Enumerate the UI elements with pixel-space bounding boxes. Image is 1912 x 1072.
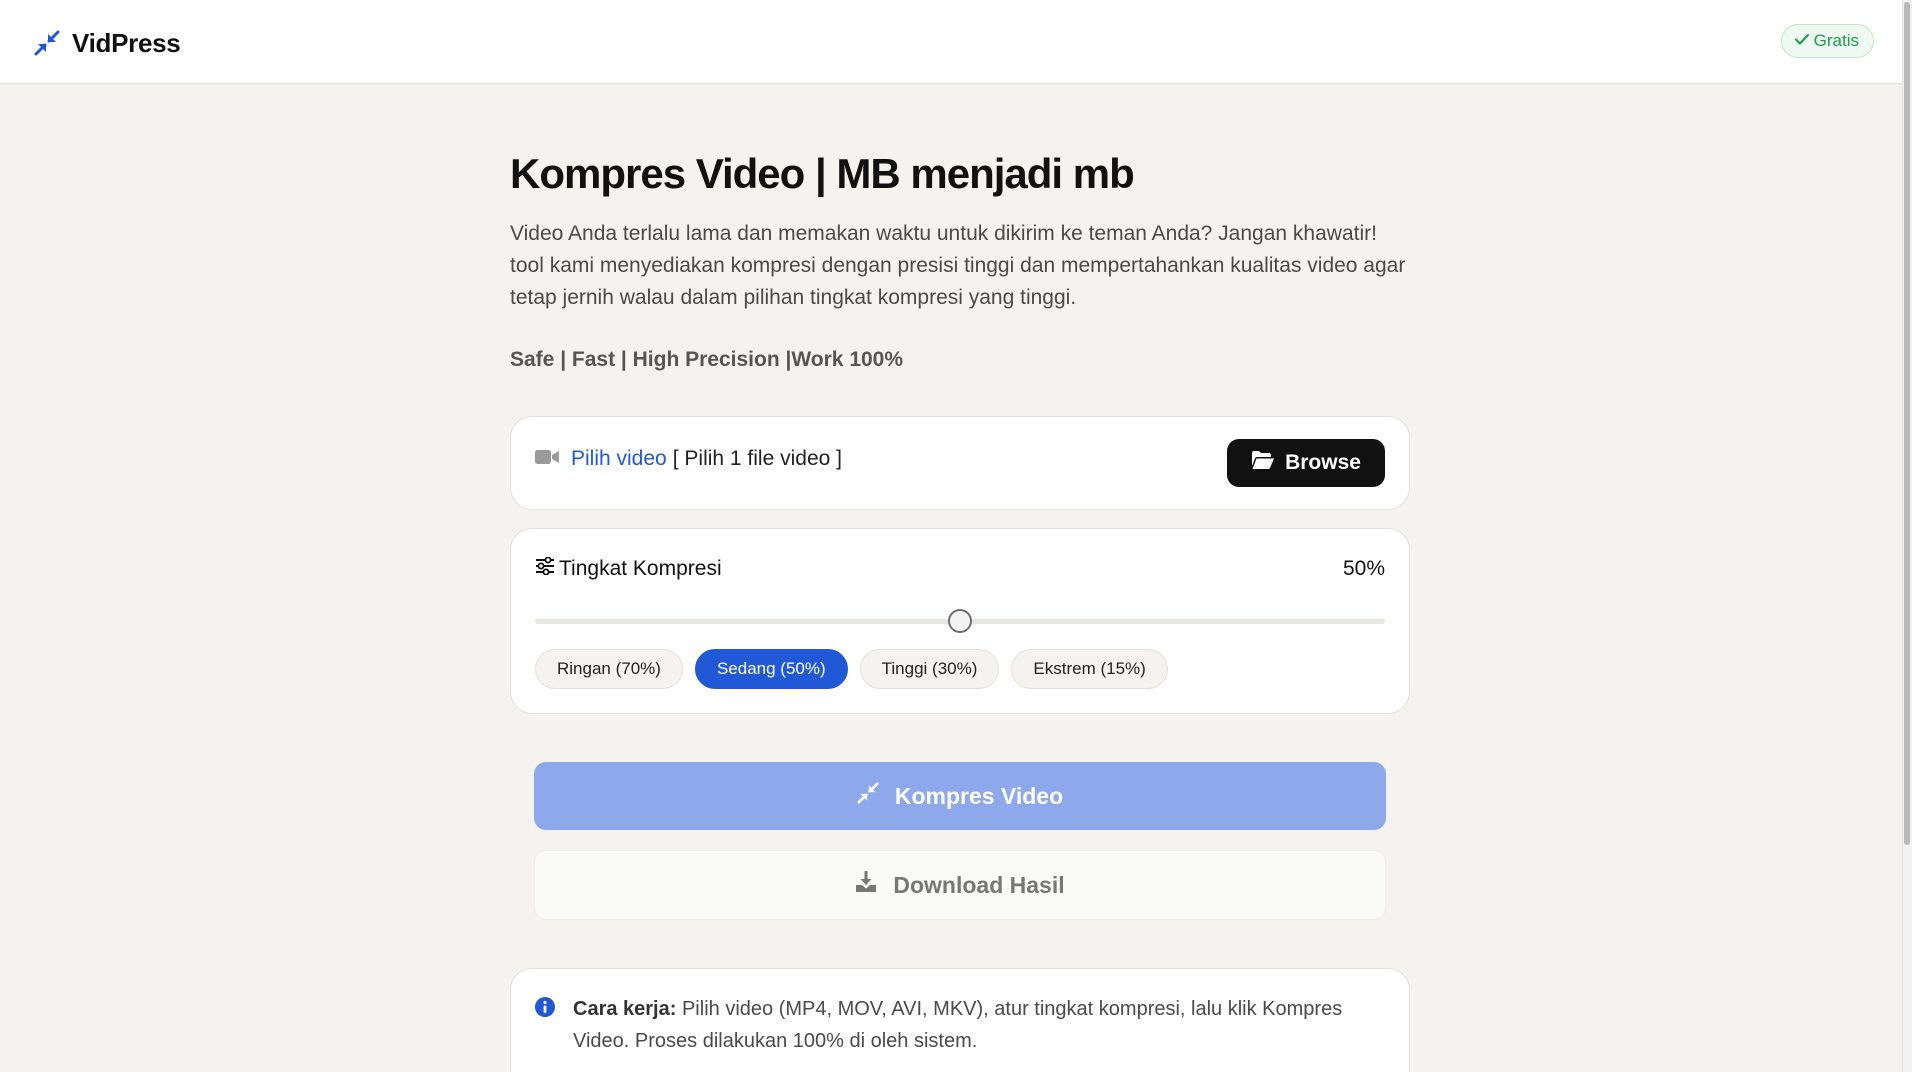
check-icon: [1794, 31, 1810, 52]
download-label: Download Hasil: [893, 871, 1065, 898]
browse-label: Browse: [1285, 451, 1361, 474]
compression-value: 50%: [1342, 557, 1385, 580]
video-camera-icon: [535, 447, 559, 471]
browse-button[interactable]: Browse: [1227, 439, 1385, 487]
info-label: Cara kerja:: [573, 998, 677, 1020]
preset-sedang[interactable]: Sedang (50%): [694, 649, 848, 689]
compress-arrows-icon: [857, 782, 879, 810]
compression-level-title: Tingkat Kompresi: [535, 556, 722, 581]
compression-slider[interactable]: [535, 609, 1385, 633]
compress-arrows-icon: [34, 30, 60, 56]
download-button[interactable]: Download Hasil: [534, 850, 1386, 920]
scrollbar-thumb[interactable]: [1904, 2, 1910, 845]
preset-tinggi[interactable]: Tinggi (30%): [859, 649, 1000, 689]
badge-label: Gratis: [1813, 31, 1859, 50]
compress-button[interactable]: Kompres Video: [534, 762, 1386, 830]
info-body: Pilih video (MP4, MOV, AVI, MKV), atur t…: [573, 998, 1343, 1052]
compress-label: Kompres Video: [894, 782, 1064, 809]
sliders-icon: [535, 556, 555, 581]
page-title: Kompres Video | MB menjadi mb: [510, 150, 1135, 197]
page-scrollbar[interactable]: [1902, 0, 1912, 1072]
file-hint: [ Pilih 1 file video ]: [672, 447, 842, 470]
page-description: Video Anda terlalu lama dan memakan wakt…: [510, 222, 1406, 309]
file-picker-card: Pilih video [ Pilih 1 file video ] Brows…: [510, 416, 1410, 510]
brand[interactable]: VidPress: [34, 26, 181, 60]
download-icon: [855, 870, 877, 899]
preset-group: Ringan (70%) Sedang (50%) Tinggi (30%) E…: [535, 649, 1168, 689]
choose-video-link[interactable]: Pilih video: [571, 447, 667, 471]
preset-ringan[interactable]: Ringan (70%): [535, 649, 683, 689]
compression-level-label: Tingkat Kompresi: [559, 557, 722, 580]
file-picker-row: Pilih video [ Pilih 1 file video ]: [535, 447, 842, 471]
free-badge: Gratis: [1780, 24, 1874, 58]
compression-level-header: Tingkat Kompresi 50%: [535, 556, 1385, 581]
tagline: Safe | Fast | High Precision |Work 100%: [510, 348, 904, 371]
folder-open-icon: [1251, 450, 1275, 476]
info-text: Cara kerja: Pilih video (MP4, MOV, AVI, …: [573, 993, 1373, 1057]
info-circle-icon: [535, 997, 555, 1022]
top-bar: VidPress Gratis: [0, 0, 1902, 84]
info-card: Cara kerja: Pilih video (MP4, MOV, AVI, …: [510, 968, 1410, 1072]
brand-name: VidPress: [72, 27, 181, 58]
compression-level-card: Tingkat Kompresi 50% Ringan (70%) Sedang…: [510, 528, 1410, 714]
slider-handle[interactable]: [948, 609, 972, 633]
hero-section: Kompres Video | MB menjadi mb Video Anda…: [510, 140, 1410, 372]
preset-ekstrem[interactable]: Ekstrem (15%): [1011, 649, 1168, 689]
